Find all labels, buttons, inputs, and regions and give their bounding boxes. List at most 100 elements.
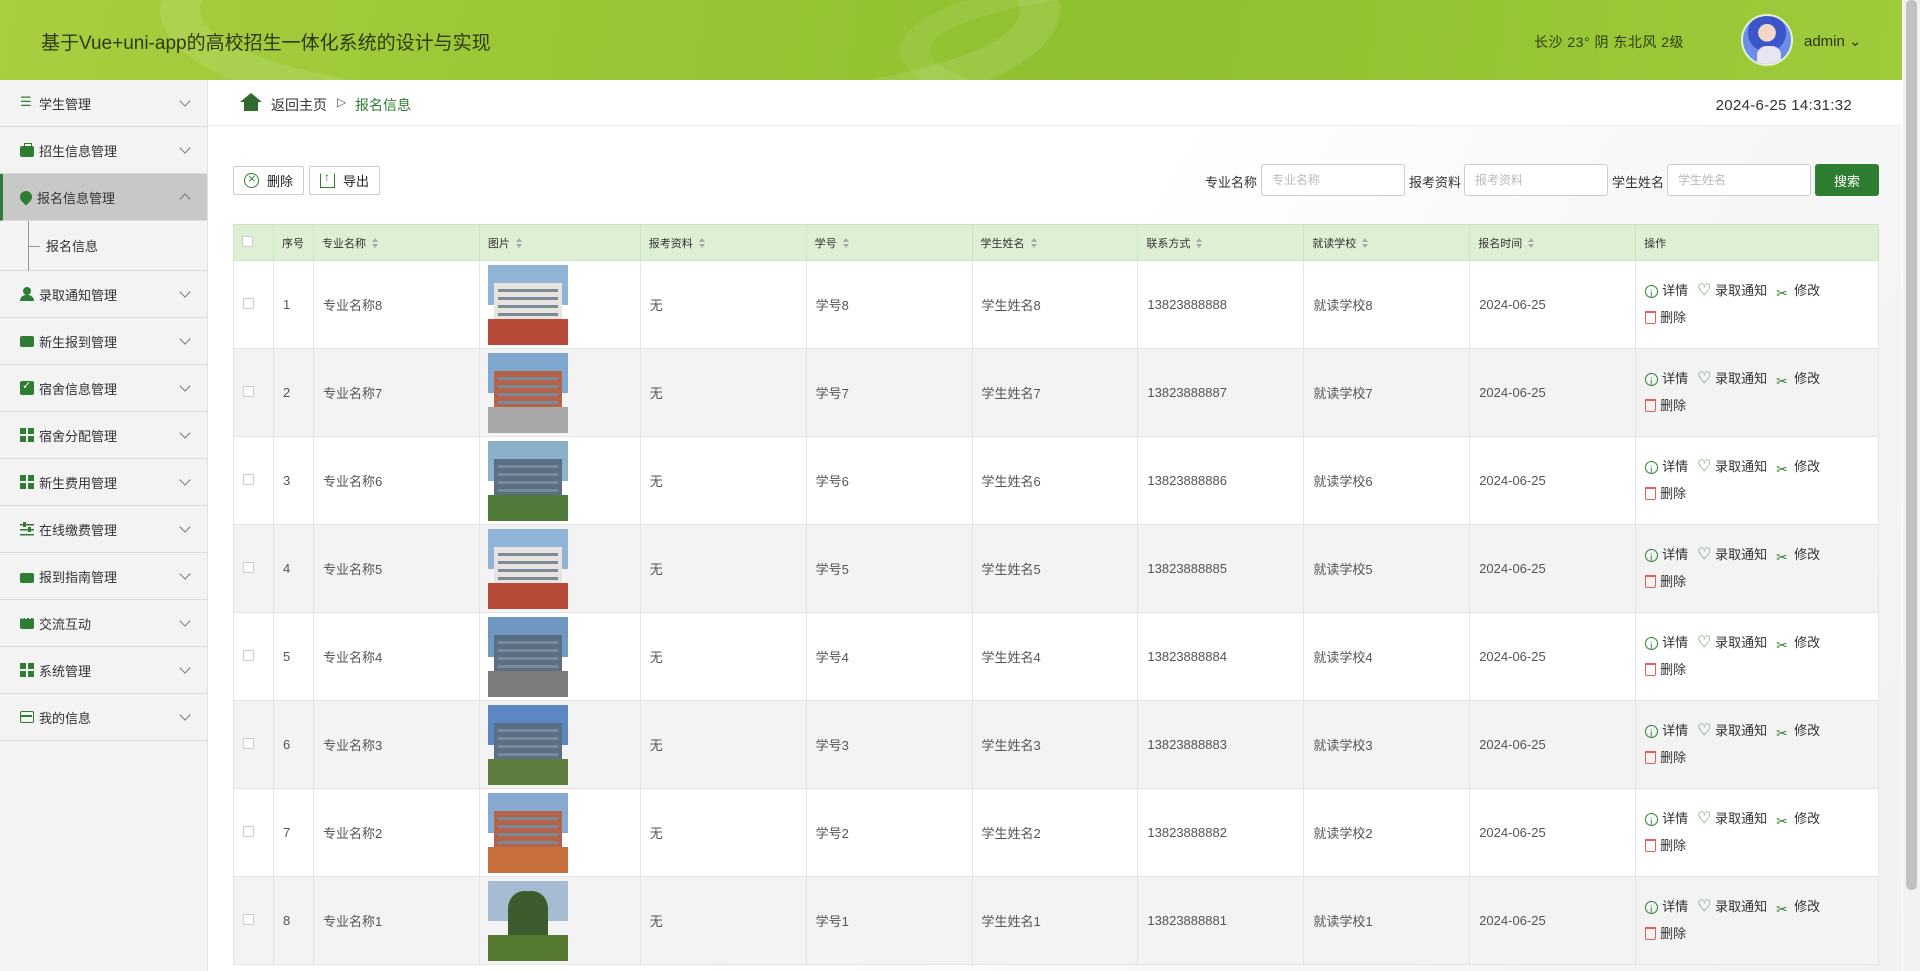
row-delete-button[interactable]: 删除	[1645, 658, 1686, 682]
scrollbar[interactable]	[1903, 0, 1920, 971]
admission-notice-button[interactable]: 录取通知	[1697, 543, 1767, 567]
campus-thumbnail[interactable]	[487, 792, 568, 873]
admission-notice-button[interactable]: 录取通知	[1697, 719, 1767, 743]
select-all-cell[interactable]	[233, 224, 274, 261]
sidebar-item-admission-notice[interactable]: 录取通知管理	[0, 271, 207, 318]
sidebar-item-student[interactable]: 学生管理	[0, 80, 207, 127]
detail-button[interactable]: 详情	[1645, 631, 1688, 659]
row-checkbox[interactable]	[243, 826, 254, 837]
edit-button[interactable]: 修改	[1776, 455, 1820, 481]
row-delete-button[interactable]: 删除	[1645, 922, 1686, 946]
sort-icon[interactable]	[1528, 237, 1535, 248]
material-search-input[interactable]	[1464, 164, 1608, 196]
campus-thumbnail[interactable]	[487, 264, 568, 345]
campus-thumbnail[interactable]	[487, 616, 568, 697]
row-checkbox[interactable]	[243, 738, 254, 749]
header-school[interactable]: 就读学校	[1303, 224, 1471, 261]
campus-thumbnail[interactable]	[487, 704, 568, 785]
edit-button[interactable]: 修改	[1776, 895, 1820, 921]
sort-icon[interactable]	[1196, 237, 1203, 248]
sidebar-item-guide[interactable]: 报到指南管理	[0, 553, 207, 600]
header-major[interactable]: 专业名称	[312, 224, 480, 261]
sidebar-item-fees[interactable]: 新生费用管理	[0, 459, 207, 506]
sidebar-item-system[interactable]: 系统管理	[0, 647, 207, 694]
header-material[interactable]: 报考资料	[639, 224, 807, 261]
campus-thumbnail[interactable]	[487, 528, 568, 609]
export-button[interactable]: 导出	[309, 166, 381, 195]
row-select-cell[interactable]	[233, 348, 274, 437]
row-select-cell[interactable]	[233, 524, 274, 613]
edit-button[interactable]: 修改	[1776, 631, 1820, 657]
admission-notice-button[interactable]: 录取通知	[1697, 455, 1767, 479]
breadcrumb-home[interactable]: 返回主页	[271, 95, 327, 115]
row-checkbox[interactable]	[243, 650, 254, 661]
admission-notice-button[interactable]: 录取通知	[1697, 895, 1767, 919]
search-button[interactable]: 搜索	[1815, 164, 1879, 196]
sidebar-item-checkin[interactable]: 新生报到管理	[0, 318, 207, 365]
sidebar-item-registration[interactable]: 报名信息管理	[0, 174, 207, 221]
home-icon[interactable]	[240, 93, 262, 111]
row-checkbox[interactable]	[243, 474, 254, 485]
detail-button[interactable]: 详情	[1645, 455, 1688, 483]
header-name[interactable]: 学生姓名	[971, 224, 1139, 261]
select-all-checkbox[interactable]	[242, 235, 253, 247]
sidebar-item-enrollment-info[interactable]: 招生信息管理	[0, 127, 207, 174]
header-image[interactable]: 图片	[478, 224, 641, 261]
edit-button[interactable]: 修改	[1776, 367, 1820, 393]
scrollbar-thumb[interactable]	[1906, 0, 1917, 890]
header-time[interactable]: 报名时间	[1469, 224, 1637, 261]
sort-icon[interactable]	[1030, 237, 1037, 248]
row-delete-button[interactable]: 删除	[1645, 570, 1686, 594]
sidebar-item-online-payment[interactable]: 在线缴费管理	[0, 506, 207, 553]
row-checkbox[interactable]	[243, 298, 254, 309]
edit-button[interactable]: 修改	[1776, 719, 1820, 745]
sidebar-item-interaction[interactable]: 交流互动	[0, 600, 207, 647]
sort-icon[interactable]	[1362, 237, 1369, 248]
detail-button[interactable]: 详情	[1645, 279, 1688, 307]
row-select-cell[interactable]	[233, 260, 274, 349]
major-search-input[interactable]	[1261, 164, 1405, 196]
row-select-cell[interactable]	[233, 612, 274, 701]
campus-thumbnail[interactable]	[487, 352, 568, 433]
detail-button[interactable]: 详情	[1645, 719, 1688, 747]
sort-icon[interactable]	[371, 237, 378, 248]
campus-thumbnail[interactable]	[487, 440, 568, 521]
user-menu[interactable]: admin ⌄	[1804, 32, 1862, 50]
edit-button[interactable]: 修改	[1776, 279, 1820, 305]
admission-notice-button[interactable]: 录取通知	[1697, 279, 1767, 303]
admission-notice-button[interactable]: 录取通知	[1697, 807, 1767, 831]
delete-button[interactable]: 删除	[233, 166, 305, 195]
detail-button[interactable]: 详情	[1645, 895, 1688, 923]
row-delete-button[interactable]: 删除	[1645, 482, 1686, 506]
row-checkbox[interactable]	[243, 914, 254, 925]
sidebar-item-dorm-info[interactable]: 宿舍信息管理	[0, 365, 207, 412]
admission-notice-button[interactable]: 录取通知	[1697, 631, 1767, 655]
row-delete-button[interactable]: 删除	[1645, 834, 1686, 858]
sidebar-item-dorm-assign[interactable]: 宿舍分配管理	[0, 412, 207, 459]
detail-button[interactable]: 详情	[1645, 807, 1688, 835]
row-delete-button[interactable]: 删除	[1645, 394, 1686, 418]
sidebar-item-my-info[interactable]: 我的信息	[0, 694, 207, 741]
row-select-cell[interactable]	[233, 788, 274, 877]
avatar[interactable]	[1741, 14, 1793, 66]
row-select-cell[interactable]	[233, 876, 274, 965]
sort-icon[interactable]	[698, 237, 705, 248]
edit-button[interactable]: 修改	[1776, 807, 1820, 833]
campus-thumbnail[interactable]	[487, 880, 568, 961]
detail-button[interactable]: 详情	[1645, 367, 1688, 395]
sidebar-subitem-registration-info[interactable]: 报名信息	[0, 221, 207, 271]
sort-icon[interactable]	[842, 237, 849, 248]
row-checkbox[interactable]	[243, 562, 254, 573]
row-checkbox[interactable]	[243, 386, 254, 397]
header-phone[interactable]: 联系方式	[1137, 224, 1305, 261]
row-delete-button[interactable]: 删除	[1645, 746, 1686, 770]
edit-button[interactable]: 修改	[1776, 543, 1820, 569]
row-select-cell[interactable]	[233, 436, 274, 525]
name-search-input[interactable]	[1667, 164, 1811, 196]
sort-icon[interactable]	[515, 237, 522, 248]
row-select-cell[interactable]	[233, 700, 274, 789]
row-delete-button[interactable]: 删除	[1645, 306, 1686, 330]
admission-notice-button[interactable]: 录取通知	[1697, 367, 1767, 391]
header-student-id[interactable]: 学号	[805, 224, 973, 261]
detail-button[interactable]: 详情	[1645, 543, 1688, 571]
